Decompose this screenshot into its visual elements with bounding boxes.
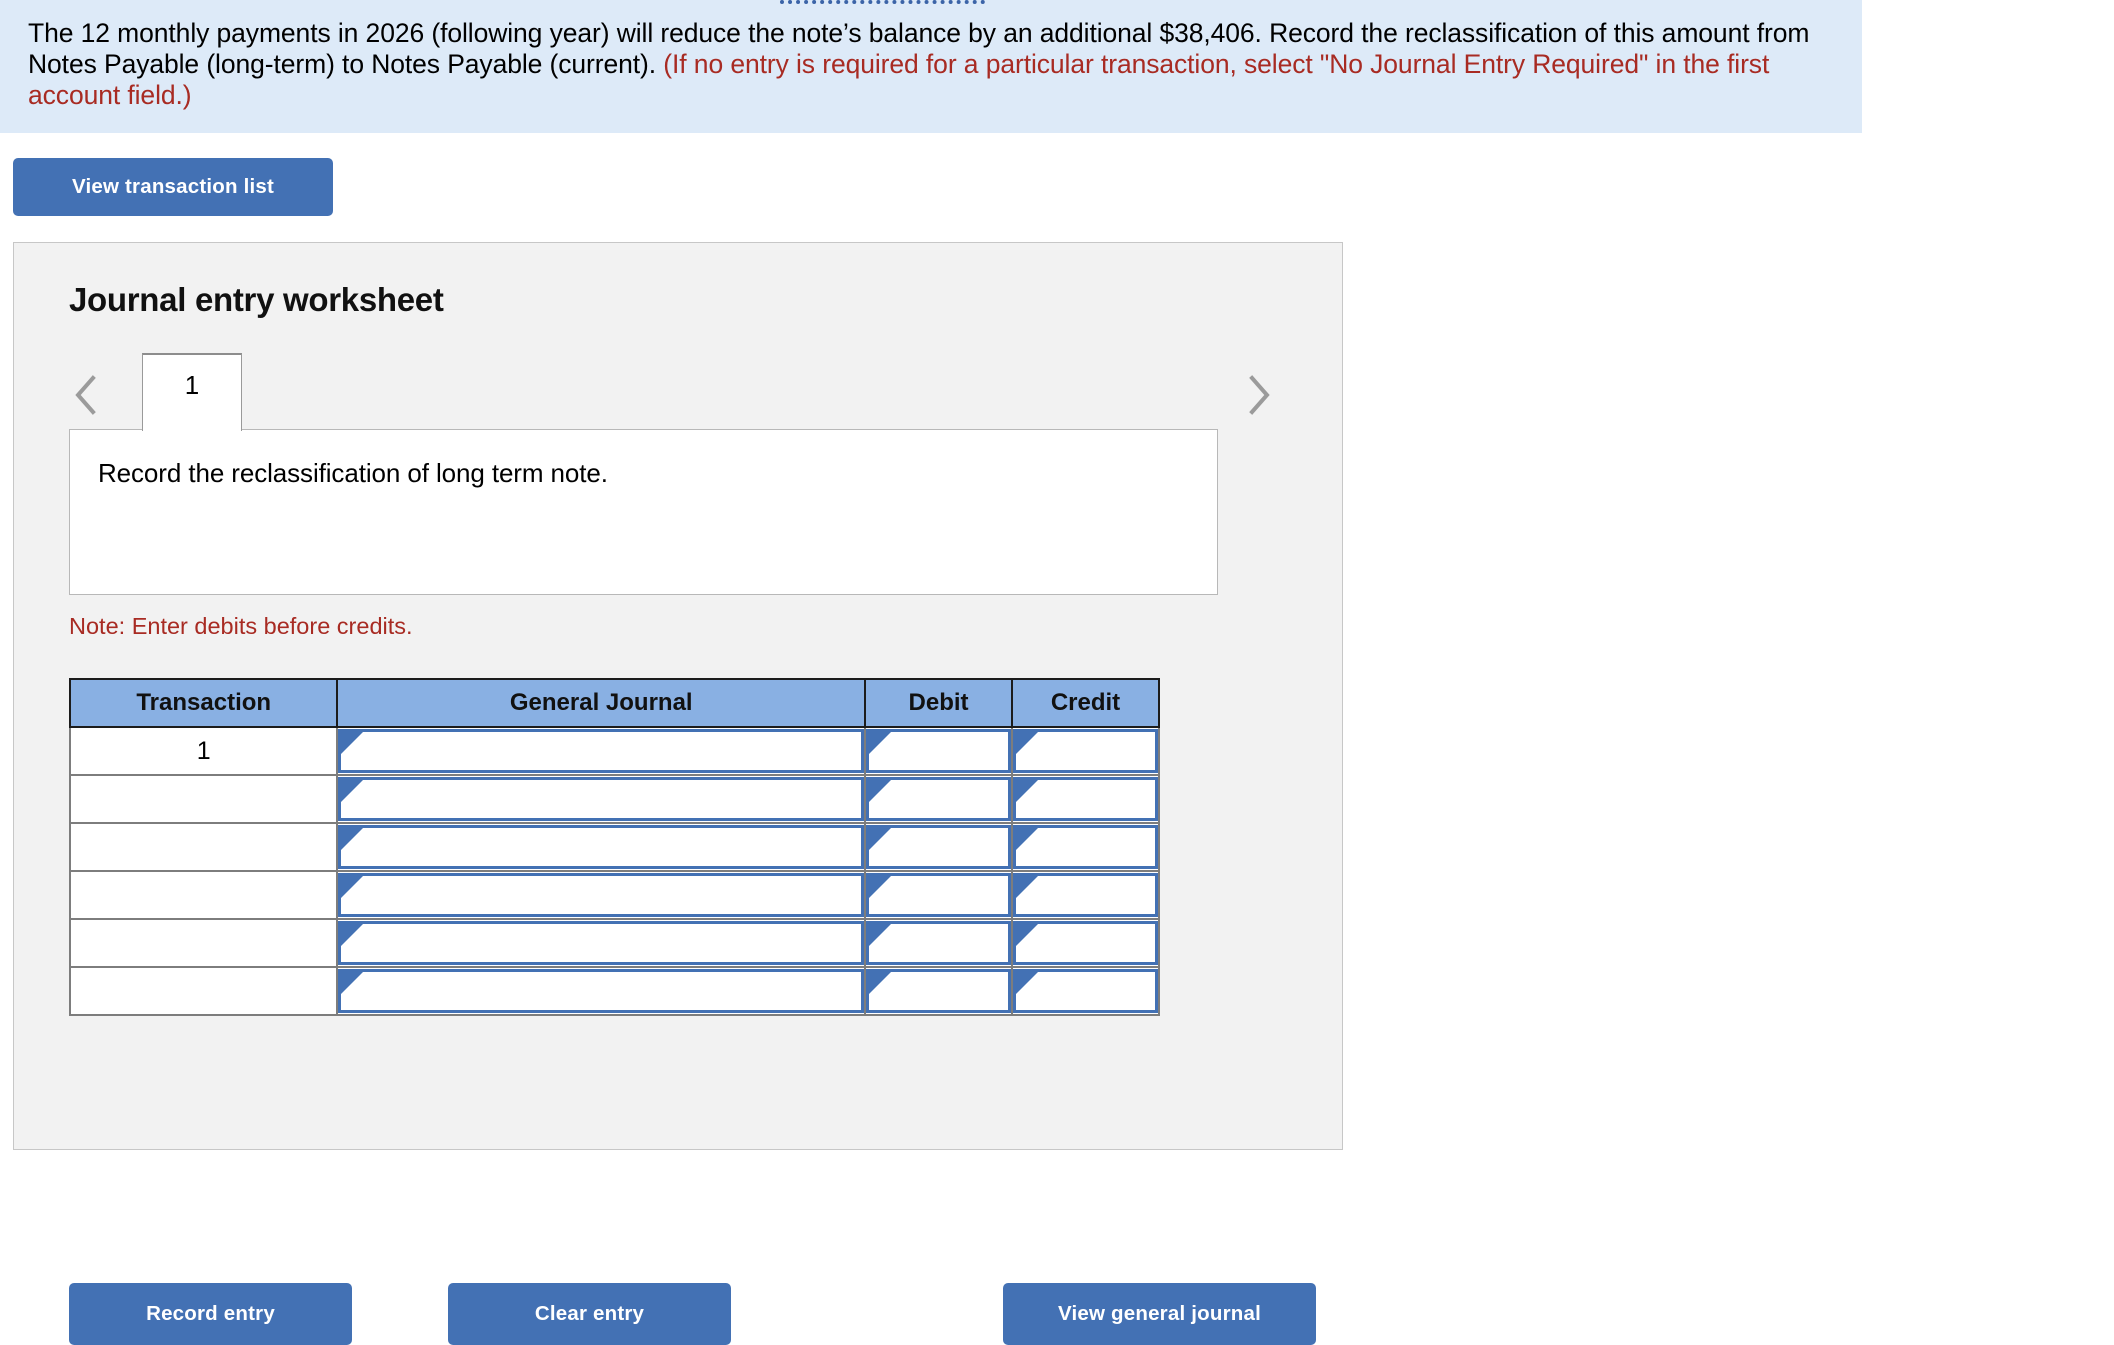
debit-cell — [864, 870, 1013, 920]
view-transaction-list-button[interactable]: View transaction list — [13, 158, 333, 216]
credit-input[interactable] — [1013, 777, 1158, 821]
general-journal-input[interactable] — [338, 825, 865, 869]
general-journal-cell — [336, 966, 867, 1016]
credit-input[interactable] — [1013, 825, 1158, 869]
general-journal-cell — [336, 870, 867, 920]
debit-cell — [864, 726, 1013, 776]
tab-1-label: 1 — [184, 370, 200, 400]
transaction-description-box: Record the reclassification of long term… — [69, 429, 1218, 595]
dropdown-marker-icon — [869, 732, 892, 754]
dotted-rule-divider — [780, 0, 985, 4]
credit-cell — [1011, 774, 1160, 824]
table-header-row: Transaction General Journal Debit Credit — [68, 678, 1160, 728]
debit-input[interactable] — [866, 873, 1011, 917]
dropdown-marker-icon — [1016, 876, 1038, 898]
dropdown-marker-icon — [1016, 780, 1038, 802]
table-row — [68, 822, 1160, 872]
dropdown-marker-icon — [341, 876, 364, 898]
credit-input[interactable] — [1013, 873, 1158, 917]
journal-entry-worksheet-panel: Journal entry worksheet 1 Record the rec… — [13, 242, 1343, 1345]
column-header-transaction: Transaction — [68, 678, 339, 728]
dropdown-marker-icon — [869, 780, 892, 802]
debit-cell — [864, 774, 1013, 824]
dropdown-marker-icon — [341, 924, 364, 946]
page-title: Journal entry worksheet — [69, 281, 444, 318]
dropdown-marker-icon — [1016, 972, 1038, 994]
debit-input[interactable] — [866, 777, 1011, 821]
general-journal-input[interactable] — [338, 729, 865, 773]
dropdown-marker-icon — [869, 972, 892, 994]
enter-debits-note: Note: Enter debits before credits. — [69, 613, 413, 639]
general-journal-cell — [336, 774, 867, 824]
dropdown-marker-icon — [341, 972, 364, 994]
credit-input[interactable] — [1013, 969, 1158, 1013]
record-entry-button[interactable]: Record entry — [69, 1283, 352, 1345]
general-journal-cell — [336, 918, 867, 968]
column-header-general-journal: General Journal — [336, 678, 867, 728]
table-row: 1 — [68, 726, 1160, 776]
view-general-journal-button[interactable]: View general journal — [1003, 1283, 1316, 1345]
chevron-left-icon — [73, 374, 99, 416]
debit-input[interactable] — [866, 921, 1011, 965]
transaction-number-cell — [68, 822, 339, 872]
dropdown-marker-icon — [869, 828, 892, 850]
instruction-text: The 12 monthly payments in 2026 (followi… — [28, 18, 1838, 111]
prev-tab-button[interactable] — [69, 373, 103, 417]
debit-input[interactable] — [866, 729, 1011, 773]
table-row — [68, 774, 1160, 824]
journal-entry-table: Transaction General Journal Debit Credit… — [68, 678, 1160, 1016]
tab-1[interactable]: 1 — [142, 353, 242, 431]
dropdown-marker-icon — [1016, 924, 1038, 946]
credit-cell — [1011, 966, 1160, 1016]
credit-input[interactable] — [1013, 921, 1158, 965]
debit-cell — [864, 966, 1013, 1016]
table-row — [68, 870, 1160, 920]
dropdown-marker-icon — [1016, 828, 1038, 850]
transaction-number-cell — [68, 774, 339, 824]
clear-entry-button[interactable]: Clear entry — [448, 1283, 731, 1345]
debit-cell — [864, 918, 1013, 968]
debit-input[interactable] — [866, 825, 1011, 869]
general-journal-cell — [336, 726, 867, 776]
transaction-number-cell: 1 — [68, 726, 339, 776]
dropdown-marker-icon — [869, 924, 892, 946]
table-row — [68, 966, 1160, 1016]
dropdown-marker-icon — [341, 780, 364, 802]
transaction-number-cell — [68, 870, 339, 920]
transaction-number-cell — [68, 966, 339, 1016]
column-header-debit: Debit — [864, 678, 1013, 728]
transaction-description-text: Record the reclassification of long term… — [98, 458, 608, 488]
credit-cell — [1011, 822, 1160, 872]
next-tab-button[interactable] — [1242, 373, 1276, 417]
transaction-number-cell — [68, 918, 339, 968]
debit-cell — [864, 822, 1013, 872]
table-row — [68, 918, 1160, 968]
dropdown-marker-icon — [341, 828, 364, 850]
credit-input[interactable] — [1013, 729, 1158, 773]
general-journal-cell — [336, 822, 867, 872]
instruction-banner: The 12 monthly payments in 2026 (followi… — [0, 0, 1862, 133]
debit-input[interactable] — [866, 969, 1011, 1013]
general-journal-input[interactable] — [338, 777, 865, 821]
dropdown-marker-icon — [341, 732, 364, 754]
dropdown-marker-icon — [869, 876, 892, 898]
general-journal-input[interactable] — [338, 873, 865, 917]
dropdown-marker-icon — [1016, 732, 1038, 754]
column-header-credit: Credit — [1011, 678, 1160, 728]
credit-cell — [1011, 726, 1160, 776]
credit-cell — [1011, 870, 1160, 920]
credit-cell — [1011, 918, 1160, 968]
general-journal-input[interactable] — [338, 921, 865, 965]
general-journal-input[interactable] — [338, 969, 865, 1013]
chevron-right-icon — [1246, 374, 1272, 416]
